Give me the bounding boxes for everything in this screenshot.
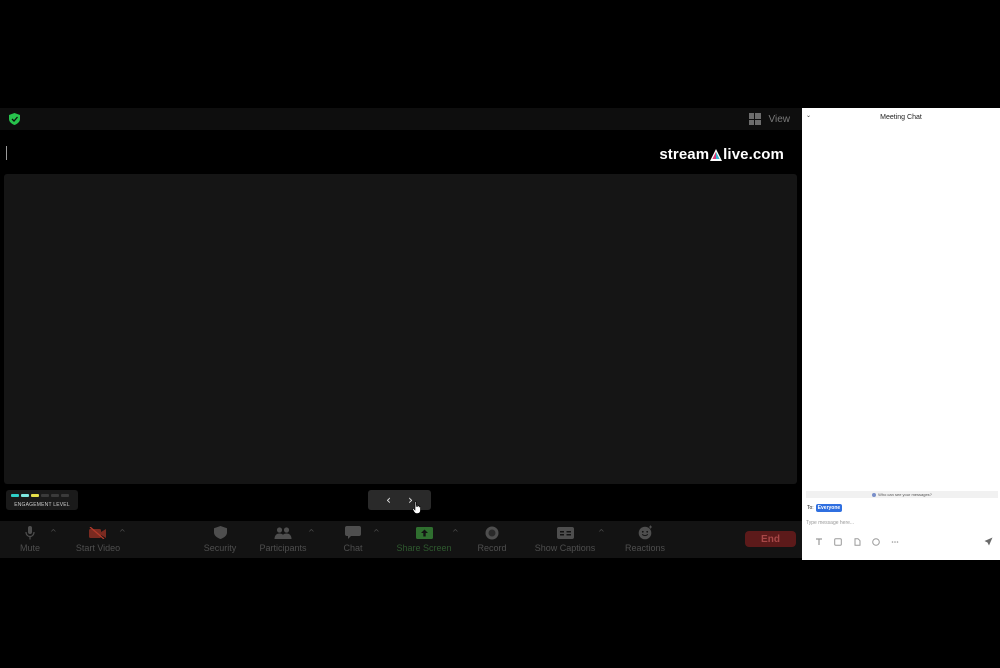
- reactions-button[interactable]: Reactions: [619, 525, 671, 553]
- start-video-label: Start Video: [75, 543, 121, 553]
- streamalive-logo: stream live.com: [659, 146, 784, 163]
- audio-options-chevron-icon[interactable]: ^: [50, 528, 57, 537]
- logo-prefix: stream: [659, 146, 710, 163]
- share-options-chevron-icon[interactable]: ^: [452, 528, 459, 537]
- screenshot-icon[interactable]: [834, 538, 842, 546]
- recipient-dropdown[interactable]: Everyone: [815, 504, 843, 512]
- logo-triangle-icon: [710, 148, 723, 161]
- chat-label: Chat: [343, 543, 363, 553]
- record-icon: [485, 526, 499, 539]
- view-label: View: [768, 113, 791, 125]
- security-button[interactable]: Security: [199, 525, 241, 553]
- engagement-bar-empty: [41, 494, 49, 497]
- chat-message-input[interactable]: [806, 519, 956, 527]
- record-button[interactable]: Record: [473, 525, 511, 553]
- show-captions-button[interactable]: Show Captions: [528, 525, 602, 553]
- microphone-icon: [25, 525, 35, 539]
- text-caret: [6, 146, 7, 160]
- share-screen-icon: [415, 526, 433, 539]
- meeting-window: View stream live.com ENGAGEMENT LEVEL ‹ …: [0, 108, 802, 560]
- security-label: Security: [203, 543, 237, 553]
- meeting-toolbar: Mute ^ Start Video ^ Security Participan…: [0, 521, 802, 558]
- shield-icon[interactable]: [9, 113, 20, 125]
- recipient-row: To: Everyone: [807, 504, 843, 512]
- share-screen-label: Share Screen: [396, 543, 452, 553]
- engagement-bars: [11, 494, 69, 497]
- captions-options-chevron-icon[interactable]: ^: [598, 528, 605, 537]
- shared-content-area[interactable]: [4, 174, 797, 484]
- participants-options-chevron-icon[interactable]: ^: [308, 528, 315, 537]
- more-options-icon[interactable]: [891, 538, 899, 546]
- participants-icon: [274, 526, 292, 539]
- engagement-bar-empty: [51, 494, 59, 497]
- hand-pointer-icon: [412, 501, 421, 514]
- previous-button[interactable]: ‹: [384, 493, 394, 507]
- security-shield-icon: [213, 526, 227, 539]
- logo-suffix: live.com: [723, 146, 784, 163]
- engagement-level-widget: ENGAGEMENT LEVEL: [6, 490, 78, 510]
- emoji-icon[interactable]: [872, 538, 880, 546]
- chat-options-chevron-icon[interactable]: ^: [373, 528, 380, 537]
- record-label: Record: [477, 543, 507, 553]
- start-video-button[interactable]: Start Video: [70, 525, 126, 553]
- end-meeting-button[interactable]: End: [745, 531, 796, 547]
- attach-file-icon[interactable]: [853, 538, 861, 546]
- mute-label: Mute: [19, 543, 40, 553]
- engagement-label: ENGAGEMENT LEVEL: [14, 502, 70, 508]
- to-label: To:: [807, 505, 814, 511]
- send-icon[interactable]: [984, 537, 993, 546]
- format-text-icon[interactable]: [815, 538, 823, 546]
- video-options-chevron-icon[interactable]: ^: [119, 528, 126, 537]
- reactions-smiley-icon: [638, 525, 652, 540]
- engagement-bar-filled: [11, 494, 19, 497]
- person-icon: [872, 492, 877, 497]
- video-off-icon: [89, 526, 106, 539]
- grid-view-icon: [748, 113, 761, 125]
- view-button[interactable]: View: [748, 112, 791, 126]
- meeting-chat-panel: ⌄ Meeting Chat Who can see your messages…: [802, 108, 1000, 560]
- who-can-see-label: Who can see your messages?: [878, 492, 932, 497]
- engagement-bar-filled: [31, 494, 39, 497]
- chat-bubble-icon: [345, 526, 361, 539]
- engagement-bar-filled: [21, 494, 29, 497]
- show-captions-label: Show Captions: [534, 543, 596, 553]
- participants-button[interactable]: Participants: [253, 525, 313, 553]
- mute-button[interactable]: Mute: [16, 525, 44, 553]
- meeting-top-bar: View: [0, 108, 802, 130]
- reactions-label: Reactions: [624, 543, 666, 553]
- chat-tools-row: [815, 538, 899, 546]
- captions-icon: [556, 526, 574, 539]
- participants-label: Participants: [259, 543, 307, 553]
- who-can-see-messages-link[interactable]: Who can see your messages?: [806, 491, 998, 498]
- share-screen-button[interactable]: Share Screen: [391, 525, 457, 553]
- engagement-bar-empty: [61, 494, 69, 497]
- chat-title: Meeting Chat: [880, 114, 922, 121]
- chat-button[interactable]: Chat: [338, 525, 368, 553]
